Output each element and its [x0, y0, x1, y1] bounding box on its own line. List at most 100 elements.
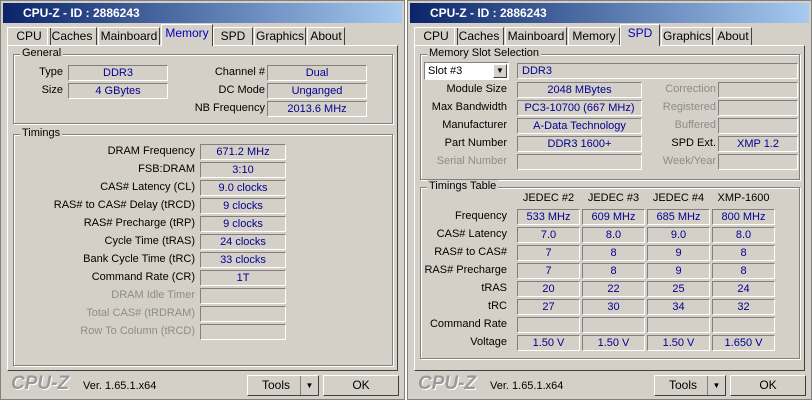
spd-label: Registered — [662, 101, 716, 113]
timing-cell: 1.50 V — [517, 335, 580, 351]
spd-value — [718, 100, 798, 116]
title-bar[interactable]: CPU-Z - ID : 2886243 — [3, 3, 402, 23]
general-label: Size — [41, 84, 63, 96]
timing-row-label: CAS# Latency — [436, 228, 507, 240]
timing-label: Row To Column (tRCD) — [80, 325, 195, 337]
tab-graphics[interactable]: Graphics — [254, 27, 306, 45]
tab-caches[interactable]: Caches — [47, 27, 97, 45]
timings-group: Timings DRAM Frequency 671.2 MHz FSB:DRAM 3:… — [13, 127, 393, 366]
group-label: Memory Slot Selection — [427, 47, 542, 59]
general-value: DDR3 — [68, 65, 168, 81]
version-label: Ver. 1.65.1.x64 — [83, 380, 157, 392]
spd-value — [718, 118, 798, 134]
timing-cell: 8 — [582, 245, 645, 261]
tab-mainboard[interactable]: Mainboard — [98, 27, 160, 45]
timing-label: Total CAS# (tRDRAM) — [86, 307, 195, 319]
general-label: Channel # — [214, 66, 265, 78]
timing-value: 33 clocks — [200, 252, 286, 268]
ok-button[interactable]: OK — [730, 375, 806, 396]
tab-spd[interactable]: SPD — [213, 27, 253, 45]
timing-cell: 34 — [647, 299, 710, 315]
general-value: 4 GBytes — [68, 83, 168, 99]
timing-cell: 7 — [517, 263, 580, 279]
tools-dropdown-icon[interactable]: ▼ — [300, 376, 318, 395]
timing-cell: 9.0 — [647, 227, 710, 243]
general-label: NB Frequency — [194, 102, 265, 114]
timings-table-group: Timings Table JEDEC #2 JEDEC #3 JEDEC #4 XMP… — [420, 180, 800, 359]
timing-cell: 609 MHz — [582, 209, 645, 225]
tab-memory[interactable]: Memory — [161, 24, 213, 46]
tab-cpu[interactable]: CPU — [414, 27, 458, 45]
tab-about[interactable]: About — [307, 27, 345, 45]
tools-dropdown-icon[interactable]: ▼ — [707, 376, 725, 395]
group-label: Timings — [20, 127, 63, 139]
timing-cell: 25 — [647, 281, 710, 297]
spd-value: 2048 MBytes — [517, 82, 642, 98]
chevron-down-icon[interactable]: ▼ — [493, 64, 507, 78]
spd-label: SPD Ext. — [671, 137, 716, 149]
tools-label: Tools — [262, 378, 291, 392]
tab-spd[interactable]: SPD — [620, 24, 660, 46]
timing-cell: 8 — [712, 263, 775, 279]
timing-cell: 22 — [582, 281, 645, 297]
timing-cell: 800 MHz — [712, 209, 775, 225]
general-value: 2013.6 MHz — [267, 101, 367, 117]
spd-label: Serial Number — [436, 155, 507, 167]
spd-label: Max Bandwidth — [431, 101, 507, 113]
timing-cell: 8 — [582, 263, 645, 279]
general-value: Unganged — [267, 83, 367, 99]
general-group: General Type DDR3 Size 4 GBytes Channel # Dual… — [13, 47, 393, 124]
timing-cell: 30 — [582, 299, 645, 315]
tab-about[interactable]: About — [714, 27, 752, 45]
timing-value: 671.2 MHz — [200, 144, 286, 160]
timing-row-label: Command Rate — [429, 318, 507, 330]
tab-graphics[interactable]: Graphics — [661, 27, 713, 45]
timing-cell: 20 — [517, 281, 580, 297]
timing-row-label: Frequency — [455, 210, 507, 222]
timing-value: 9 clocks — [200, 198, 286, 214]
timing-cell: 27 — [517, 299, 580, 315]
tab-caches[interactable]: Caches — [454, 27, 504, 45]
timing-row-label: tRC — [488, 300, 507, 312]
ok-button[interactable]: OK — [323, 375, 399, 396]
timing-cell: 1.650 V — [712, 335, 775, 351]
timing-label: FSB:DRAM — [138, 163, 195, 175]
timing-label: DRAM Frequency — [107, 145, 195, 157]
timing-cell — [712, 317, 775, 333]
spd-value: A-Data Technology — [517, 118, 642, 134]
timing-cell: 9 — [647, 245, 710, 261]
spd-label: Buffered — [674, 119, 716, 131]
slot-selected-value: Slot #3 — [428, 65, 463, 77]
group-label: Timings Table — [427, 180, 499, 192]
tab-cpu[interactable]: CPU — [7, 27, 51, 45]
timing-row-label: RAS# to CAS# — [434, 246, 507, 258]
spd-value — [718, 82, 798, 98]
title-bar[interactable]: CPU-Z - ID : 2886243 — [410, 3, 809, 23]
timing-cell — [517, 317, 580, 333]
timing-cell: 9 — [647, 263, 710, 279]
spd-value: DDR3 1600+ — [517, 136, 642, 152]
tools-button[interactable]: Tools ▼ — [654, 375, 726, 396]
column-header: JEDEC #4 — [652, 192, 705, 204]
timing-cell: 32 — [712, 299, 775, 315]
timing-row-label: tRAS — [481, 282, 507, 294]
slot-select[interactable]: Slot #3 ▼ — [424, 62, 509, 80]
timing-cell: 533 MHz — [517, 209, 580, 225]
cpuz-window-spd: CPU-Z - ID : 2886243 CPU Caches Mainboard Me… — [407, 0, 812, 400]
timing-cell: 685 MHz — [647, 209, 710, 225]
tab-memory[interactable]: Memory — [568, 27, 620, 45]
spd-value — [718, 154, 798, 170]
column-header: JEDEC #3 — [587, 192, 640, 204]
tab-mainboard[interactable]: Mainboard — [505, 27, 567, 45]
tools-button[interactable]: Tools ▼ — [247, 375, 319, 396]
timing-cell: 7 — [517, 245, 580, 261]
tab-panel: Memory Slot Selection Slot #3 ▼ DDR3 Module … — [414, 45, 805, 371]
spd-value: PC3-10700 (667 MHz) — [517, 100, 642, 116]
cpuz-logo: CPU-Z — [418, 373, 477, 394]
timing-label: Command Rate (CR) — [91, 271, 195, 283]
slot-type-value: DDR3 — [517, 63, 798, 79]
timing-label: RAS# Precharge (tRP) — [83, 217, 195, 229]
spd-label: Manufacturer — [442, 119, 507, 131]
spd-label: Correction — [665, 83, 716, 95]
timing-cell: 8 — [712, 245, 775, 261]
